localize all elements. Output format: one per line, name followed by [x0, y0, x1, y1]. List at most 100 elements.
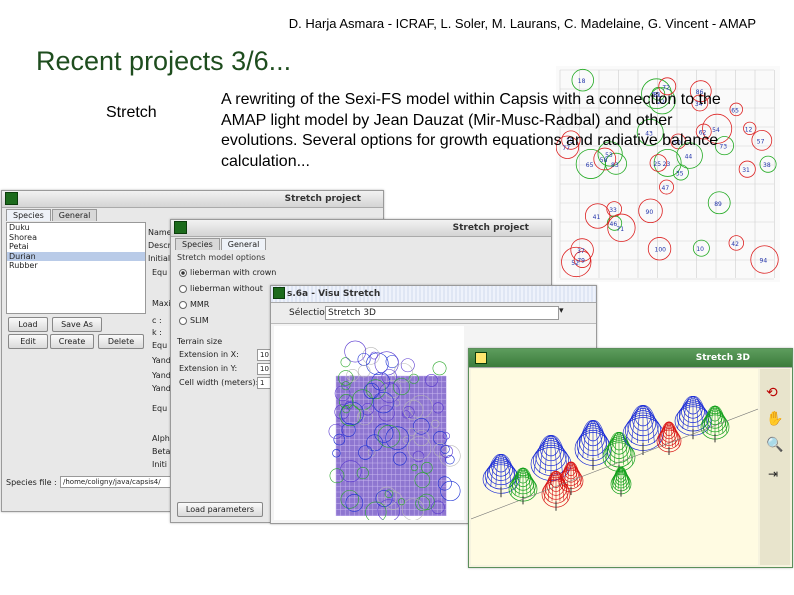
- edit-button[interactable]: Edit: [8, 334, 48, 349]
- save-as-button[interactable]: Save As: [52, 317, 102, 332]
- field-label: Maxi: [152, 299, 171, 308]
- tree-id-label: 57: [757, 138, 765, 145]
- tree-id-label: 100: [655, 247, 667, 254]
- app-icon: [475, 352, 487, 364]
- tab-general[interactable]: General: [220, 238, 267, 250]
- radio-icon: [179, 268, 187, 277]
- window-title: Stretch 3D: [695, 353, 750, 363]
- field-label: Alph: [152, 434, 170, 443]
- tree-id-label: 18: [578, 78, 586, 85]
- list-item[interactable]: Duku: [7, 223, 145, 233]
- authors-line: D. Harja Asmara - ICRAF, L. Soler, M. La…: [288, 16, 756, 31]
- visu-toolbar: Sélection: Stretch 3D ▾: [271, 303, 596, 324]
- tree-id-label: 79: [577, 257, 585, 264]
- export-icon[interactable]: ⇥: [768, 467, 778, 481]
- extension-x-label: Extension in X:: [179, 350, 239, 359]
- tab-general[interactable]: General: [51, 209, 98, 221]
- window-title: s.6a - Visu Stretch: [287, 289, 381, 299]
- app-icon: [174, 221, 187, 234]
- tree-3d: [482, 453, 520, 498]
- tree-id-label: 12: [745, 126, 753, 133]
- option-lieberman-with-crown[interactable]: lieberman with crown: [179, 268, 276, 277]
- tree-3d: [610, 466, 632, 497]
- create-button[interactable]: Create: [50, 334, 94, 349]
- window-titlebar[interactable]: Stretch project: [171, 220, 551, 237]
- zoom-icon[interactable]: 🔍: [766, 437, 783, 453]
- group-label: Equ: [152, 404, 168, 413]
- window-titlebar[interactable]: Stretch project: [2, 191, 383, 208]
- section-label: Stretch: [106, 104, 157, 121]
- terrain-size-label: Terrain size: [177, 337, 223, 346]
- tree-id-label: 33: [609, 207, 617, 214]
- project-description: A rewriting of the Sexi-FS model within …: [221, 91, 721, 170]
- option-mmr[interactable]: MMR: [179, 300, 209, 309]
- window-title: Stretch project: [284, 194, 361, 204]
- crown-outline: [357, 364, 371, 378]
- option-lieberman-without[interactable]: lieberman without: [179, 284, 263, 293]
- tree-id-label: 38: [763, 162, 771, 169]
- species-file-label: Species file :: [6, 478, 57, 487]
- app-icon: [273, 287, 285, 299]
- tab-species[interactable]: Species: [175, 238, 220, 250]
- tree-id-label: 89: [714, 201, 722, 208]
- tab-species[interactable]: Species: [6, 209, 51, 221]
- rotate-icon[interactable]: ⟲: [766, 385, 778, 401]
- delete-button[interactable]: Delete: [98, 334, 144, 349]
- radio-icon: [179, 300, 187, 309]
- field-label: Yand: [152, 356, 171, 365]
- field-label: Initi: [152, 460, 168, 469]
- field-label: Descr: [148, 241, 171, 250]
- model-options-label: Stretch model options: [177, 253, 266, 262]
- crown-outline: [340, 357, 351, 368]
- field-label: Beta: [152, 447, 171, 456]
- tree-id-label: 31: [742, 167, 750, 174]
- chevron-down-icon[interactable]: ▾: [559, 306, 564, 316]
- group-label: Equ: [152, 268, 168, 277]
- field-label: k :: [152, 328, 162, 337]
- selection-dropdown[interactable]: Stretch 3D: [325, 306, 559, 320]
- load-parameters-button[interactable]: Load parameters: [177, 502, 263, 517]
- hand-icon[interactable]: ✋: [766, 411, 783, 427]
- radio-icon: [179, 316, 187, 325]
- tree-id-label: 10: [696, 246, 704, 253]
- stand-grid-canvas: [328, 340, 461, 523]
- cell-width-label: Cell width (meters):: [179, 378, 259, 387]
- stand-grid-view[interactable]: [274, 326, 464, 523]
- field-label: c :: [152, 316, 162, 325]
- list-item[interactable]: Petai: [7, 242, 145, 252]
- species-list[interactable]: Duku Shorea Petai Durian Rubber: [6, 222, 146, 314]
- tree-3d: [656, 421, 682, 455]
- field-label: Yand: [152, 371, 171, 380]
- radio-icon: [179, 284, 187, 293]
- crown-outline: [344, 340, 367, 363]
- list-item[interactable]: Shorea: [7, 233, 145, 243]
- group-label: Equ: [152, 341, 168, 350]
- species-file-field[interactable]: /home/coligny/java/capsis4/: [60, 476, 174, 488]
- app-icon: [5, 192, 18, 205]
- option-slim[interactable]: SLIM: [179, 316, 209, 325]
- field-label: Yand: [152, 384, 171, 393]
- stretch-3d-window: Stretch 3D ⟲ ✋ 🔍 ⇥: [468, 348, 793, 568]
- slide-title: Recent projects 3/6...: [36, 46, 292, 76]
- window-titlebar[interactable]: Stretch 3D: [469, 349, 792, 368]
- 3d-view[interactable]: [470, 369, 759, 565]
- tree-id-label: 47: [662, 185, 670, 192]
- list-item[interactable]: Rubber: [7, 261, 145, 271]
- crown-outline: [357, 352, 371, 366]
- tree-id-label: 71: [616, 226, 624, 233]
- window-title: Stretch project: [452, 223, 529, 233]
- crown-outline: [432, 361, 447, 376]
- tree-id-label: 42: [731, 241, 739, 248]
- window-titlebar[interactable]: s.6a - Visu Stretch: [271, 286, 596, 303]
- 3d-scene: [470, 395, 759, 520]
- tree-id-label: 90: [646, 209, 654, 216]
- load-button[interactable]: Load: [8, 317, 48, 332]
- tree-id-label: 41: [593, 214, 601, 221]
- 3d-toolbar: ⟲ ✋ 🔍 ⇥: [760, 369, 790, 565]
- list-item-selected[interactable]: Durian: [7, 251, 145, 261]
- tree-id-label: 94: [760, 258, 768, 265]
- extension-y-label: Extension in Y:: [179, 364, 238, 373]
- field-label: Name: [148, 228, 172, 237]
- field-label: Initial: [148, 254, 171, 263]
- tree-id-label: 37: [577, 248, 585, 255]
